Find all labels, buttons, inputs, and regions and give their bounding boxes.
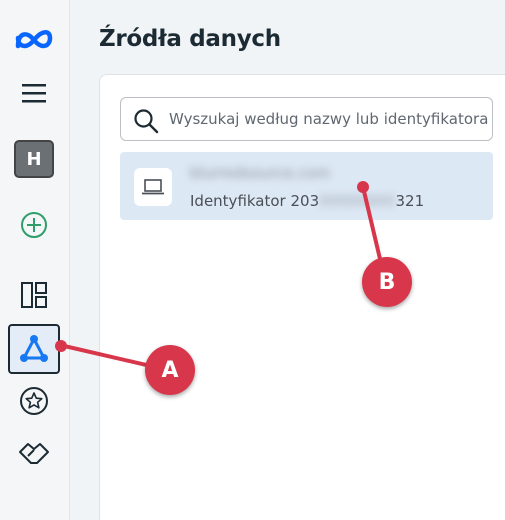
data-sources-button[interactable] (8, 324, 60, 374)
source-icon-box (134, 168, 172, 206)
source-id-hidden: 00000000 (319, 192, 396, 210)
partners-icon (19, 443, 49, 464)
laptop-icon (142, 179, 164, 195)
account-avatar: H (14, 140, 54, 178)
search-icon (134, 109, 159, 134)
data-sources-icon (20, 335, 48, 362)
annotation-b-badge: B (362, 257, 412, 307)
overview-button[interactable] (8, 272, 60, 318)
menu-icon (22, 84, 46, 103)
menu-button[interactable] (8, 70, 60, 116)
create-icon (21, 212, 47, 238)
source-id-prefix: Identyfikator 203 (190, 192, 320, 210)
source-id-suffix: 321 (395, 192, 425, 210)
main-content: Źródła danych blurredsource.com Identyfi… (71, 0, 505, 520)
annotation-a-badge: A (145, 345, 195, 395)
search-box[interactable] (120, 97, 493, 141)
page-title: Źródła danych (99, 26, 281, 52)
source-name: blurredsource.com (190, 164, 331, 182)
create-button[interactable] (8, 202, 60, 248)
source-id: Identyfikator 20300000000321 (190, 192, 424, 210)
sidebar: H (0, 0, 70, 520)
overview-icon (21, 282, 47, 308)
search-input[interactable] (169, 98, 489, 140)
data-source-item[interactable]: blurredsource.com Identyfikator 20300000… (120, 152, 493, 220)
data-sources-panel: blurredsource.com Identyfikator 20300000… (99, 74, 505, 520)
partners-button[interactable] (8, 430, 60, 476)
meta-logo-icon[interactable] (8, 16, 60, 62)
favorites-icon (20, 387, 48, 415)
meta-logo-icon (15, 30, 53, 49)
favorites-button[interactable] (8, 378, 60, 424)
annotation-a-dot (55, 340, 67, 352)
account-switcher[interactable]: H (8, 136, 60, 182)
annotation-b-dot (357, 181, 369, 193)
